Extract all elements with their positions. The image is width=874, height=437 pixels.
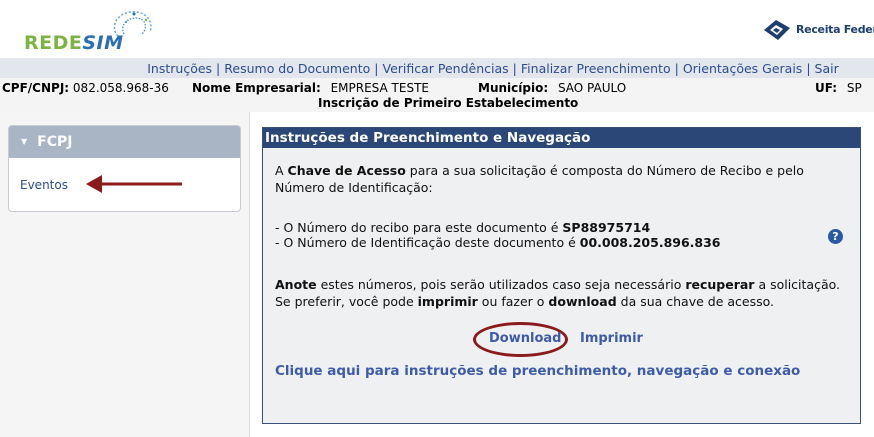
instructions-panel: Instruções de Preenchimento e Navegação … [262, 127, 861, 424]
identificacao-number: 00.008.205.896.836 [579, 235, 721, 250]
cpf-label: CPF/CNPJ: [2, 81, 70, 95]
nome-value: EMPRESA TESTE [330, 81, 429, 95]
instructions-help-link[interactable]: Clique aqui para instruções de preenchim… [275, 363, 800, 379]
nome-label: Nome Empresarial: [192, 81, 321, 95]
redesim-logo-part2: SIM [82, 32, 124, 54]
download-print-row: Download Imprimir [489, 331, 643, 346]
company-info-bar: CPF/CNPJ: 082.058.968-36 Nome Empresaria… [0, 78, 874, 112]
collapse-caret-icon: ▼ [21, 137, 28, 146]
instructions-title: Instruções de Preenchimento e Navegação [263, 128, 860, 148]
uf-label: UF: [815, 81, 838, 95]
help-icon[interactable]: ? [828, 229, 843, 244]
receita-federal-logo: Receita Federal [762, 18, 874, 42]
identificacao-line: - O Número de Identificação deste docume… [275, 235, 721, 250]
fcpj-panel: ▼ FCPJ Eventos [8, 125, 241, 212]
nav-item-resumo[interactable]: Resumo do Documento [224, 61, 370, 76]
municipio-field: Município: SAO PAULO [478, 81, 626, 95]
receita-federal-emblem-icon [764, 20, 790, 40]
print-link[interactable]: Imprimir [580, 331, 643, 346]
sidebar: ▼ FCPJ Eventos [0, 112, 250, 437]
redesim-logo: REDESIM [24, 6, 164, 54]
download-link[interactable]: Download [489, 331, 561, 346]
note-paragraph: Anote estes números, pois serão utilizad… [275, 277, 841, 309]
sidebar-item-eventos[interactable]: Eventos [20, 178, 68, 192]
nav-item-verificar[interactable]: Verificar Pendências [383, 61, 509, 76]
fcpj-title: FCPJ [37, 134, 73, 150]
access-key-label: Chave de Acesso [287, 163, 406, 178]
nav-item-orientacoes[interactable]: Orientações Gerais [683, 61, 802, 76]
page-subtitle: Inscrição de Primeiro Estabelecimento [318, 96, 579, 110]
uf-value: SP [846, 81, 862, 95]
annotation-arrow-icon [86, 175, 182, 193]
recibo-number: SP88975714 [562, 220, 651, 235]
cpf-field: CPF/CNPJ: 082.058.968-36 [2, 81, 169, 95]
nome-field: Nome Empresarial: EMPRESA TESTE [192, 81, 429, 95]
nav-item-finalizar[interactable]: Finalizar Preenchimento [521, 61, 671, 76]
fcpj-panel-header[interactable]: ▼ FCPJ [9, 126, 240, 158]
receita-federal-label: Receita Federal [796, 23, 874, 36]
cpf-value: 082.058.968-36 [72, 81, 169, 95]
top-nav: Instruções | Resumo do Documento | Verificar… [0, 58, 874, 78]
nav-item-instrucoes[interactable]: Instruções [147, 61, 212, 76]
municipio-value: SAO PAULO [557, 81, 627, 95]
top-header: REDESIM Receita Federal [0, 0, 874, 58]
access-key-intro: A Chave de Acesso para a sua solicitação… [275, 163, 804, 195]
redesim-logo-part1: REDE [24, 32, 83, 54]
uf-field: UF: SP [815, 81, 862, 95]
municipio-label: Município: [478, 81, 549, 95]
nav-item-sair[interactable]: Sair [815, 61, 839, 76]
